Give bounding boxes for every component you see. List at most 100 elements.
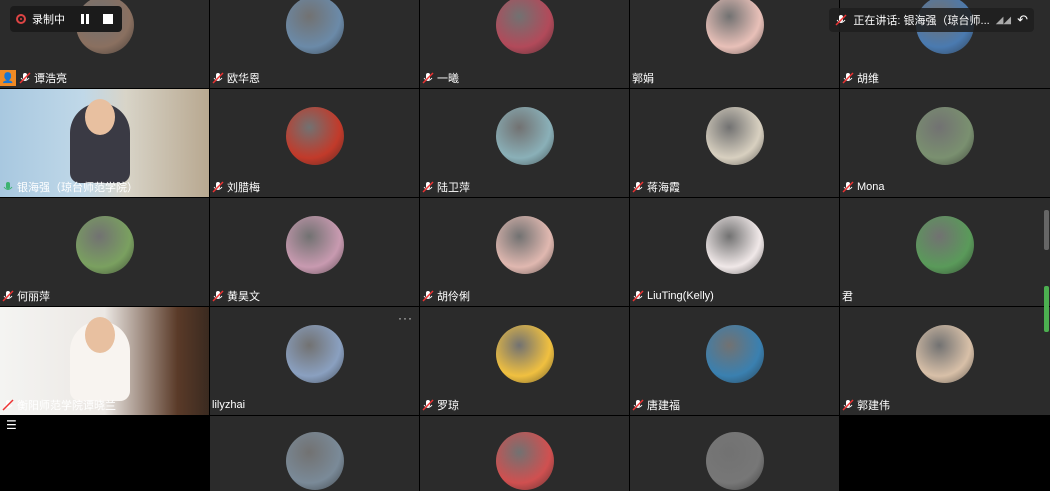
participant-tile[interactable]: 刘腊梅	[210, 89, 419, 197]
host-icon: 👤	[0, 70, 16, 86]
participant-tile[interactable]: 蒋海霞	[630, 89, 839, 197]
participant-name: 罗琼	[437, 400, 459, 412]
participant-tile[interactable]: ··· lilyzhai	[210, 307, 419, 415]
participant-name-bar: 何丽萍	[2, 288, 50, 304]
participant-name-bar: 胡维	[842, 70, 879, 86]
empty-tile	[840, 416, 1050, 491]
participant-name-bar: Mona	[842, 179, 885, 195]
avatar	[495, 325, 554, 383]
participant-tile[interactable]: 欧华恩	[210, 0, 419, 88]
participant-tile[interactable]: 何丽萍	[0, 198, 209, 306]
mic-muted-icon	[422, 399, 434, 411]
participant-name-bar: 唐建福	[632, 397, 680, 413]
menu-icon[interactable]: ☰	[6, 418, 17, 432]
participant-name: 陆卫萍	[437, 182, 470, 194]
mic-muted-icon	[835, 14, 847, 26]
signal-icon: ◢◢	[995, 14, 1012, 26]
participant-name: 唐建福	[647, 400, 680, 412]
more-options-icon[interactable]: ···	[398, 311, 413, 325]
empty-tile	[0, 416, 209, 491]
participant-tile[interactable]: 银海强（琼台师范学院）	[0, 89, 209, 197]
participant-name: 君	[842, 291, 853, 303]
participant-name: 郭建伟	[857, 400, 890, 412]
participant-name-bar: 黄昊文	[212, 288, 260, 304]
speaking-indicator: 正在讲话: 银海强（琼台师... ◢◢ ↶	[829, 8, 1034, 32]
participant-name: 银海强（琼台师范学院）	[17, 182, 138, 194]
speaking-text: 正在讲话: 银海强（琼台师...	[853, 15, 990, 27]
mic-muted-icon	[19, 72, 31, 84]
avatar	[495, 107, 554, 165]
participant-tile[interactable]: 黄昊文	[210, 198, 419, 306]
avatar	[285, 432, 344, 490]
participant-tile[interactable]: Mona	[840, 89, 1050, 197]
record-icon	[16, 14, 26, 24]
mic-muted-icon	[212, 290, 224, 302]
mic-active-icon	[3, 182, 13, 190]
mic-muted-icon	[842, 181, 854, 193]
participant-tile[interactable]	[210, 416, 419, 491]
participant-tile[interactable]: 一曦	[420, 0, 629, 88]
participant-name: 刘腊梅	[227, 182, 260, 194]
participant-tile[interactable]	[420, 416, 629, 491]
participant-grid: 👤 谭浩亮 欧华恩 一曦 郭娟 胡维银海强（琼台师范学院） 刘腊梅 陆卫萍 蒋海霞 Mona 何丽萍…	[0, 0, 1050, 491]
participant-tile[interactable]: 衡阳师范学院谭晓兰	[0, 307, 209, 415]
participant-name: Mona	[857, 181, 885, 193]
avatar	[75, 216, 134, 274]
stop-icon[interactable]	[103, 14, 113, 24]
avatar	[705, 0, 764, 54]
avatar	[285, 216, 344, 274]
participant-name: 欧华恩	[227, 73, 260, 85]
participant-name-bar: 👤 谭浩亮	[0, 70, 67, 86]
mic-muted-icon	[842, 399, 854, 411]
participant-name: 一曦	[437, 73, 459, 85]
recording-label: 录制中	[32, 14, 65, 26]
avatar	[495, 0, 554, 54]
participant-tile[interactable]: 郭娟	[630, 0, 839, 88]
participant-tile[interactable]: LiuTing(Kelly)	[630, 198, 839, 306]
participant-name-bar: 罗琼	[422, 397, 459, 413]
participant-name: 何丽萍	[17, 291, 50, 303]
participant-name-bar: 衡阳师范学院谭晓兰	[2, 397, 116, 413]
participant-name: 衡阳师范学院谭晓兰	[17, 400, 116, 412]
participant-name: 胡伶俐	[437, 291, 470, 303]
participant-tile[interactable]: 君	[840, 198, 1050, 306]
avatar	[916, 216, 974, 274]
participant-name-bar: 陆卫萍	[422, 179, 470, 195]
mic-muted-icon	[632, 181, 644, 193]
participant-tile[interactable]: 胡伶俐	[420, 198, 629, 306]
avatar	[495, 432, 554, 490]
mic-muted-icon	[422, 290, 434, 302]
avatar	[285, 0, 344, 54]
participant-name-bar: 郭娟	[632, 70, 654, 86]
participant-name: 胡维	[857, 73, 879, 85]
participant-name-bar: 君	[842, 288, 853, 304]
participant-tile[interactable]: 唐建福	[630, 307, 839, 415]
mic-muted-icon	[842, 72, 854, 84]
avatar	[285, 107, 344, 165]
avatar	[495, 216, 554, 274]
scrollbar[interactable]	[1040, 210, 1050, 340]
participant-name-bar: 刘腊梅	[212, 179, 260, 195]
participant-name-bar: lilyzhai	[212, 397, 245, 413]
back-arrow-icon[interactable]: ↶	[1017, 12, 1028, 28]
mic-muted-icon	[2, 290, 14, 302]
participant-name: 郭娟	[632, 73, 654, 85]
participant-name-bar: 银海强（琼台师范学院）	[2, 179, 138, 195]
mic-muted-icon	[632, 399, 644, 411]
avatar	[916, 325, 974, 383]
participant-tile[interactable]	[630, 416, 839, 491]
participant-name-bar: 蒋海霞	[632, 179, 680, 195]
mic-muted-icon	[422, 181, 434, 193]
pause-icon[interactable]	[81, 14, 89, 24]
mic-muted-icon	[632, 290, 644, 302]
mic-muted-icon	[2, 399, 14, 411]
participant-name-bar: 郭建伟	[842, 397, 890, 413]
participant-tile[interactable]: 罗琼	[420, 307, 629, 415]
avatar	[705, 325, 764, 383]
mic-muted-icon	[212, 72, 224, 84]
person-figure	[70, 99, 130, 183]
participant-tile[interactable]: 郭建伟	[840, 307, 1050, 415]
avatar	[916, 107, 974, 165]
participant-name: 蒋海霞	[647, 182, 680, 194]
participant-tile[interactable]: 陆卫萍	[420, 89, 629, 197]
